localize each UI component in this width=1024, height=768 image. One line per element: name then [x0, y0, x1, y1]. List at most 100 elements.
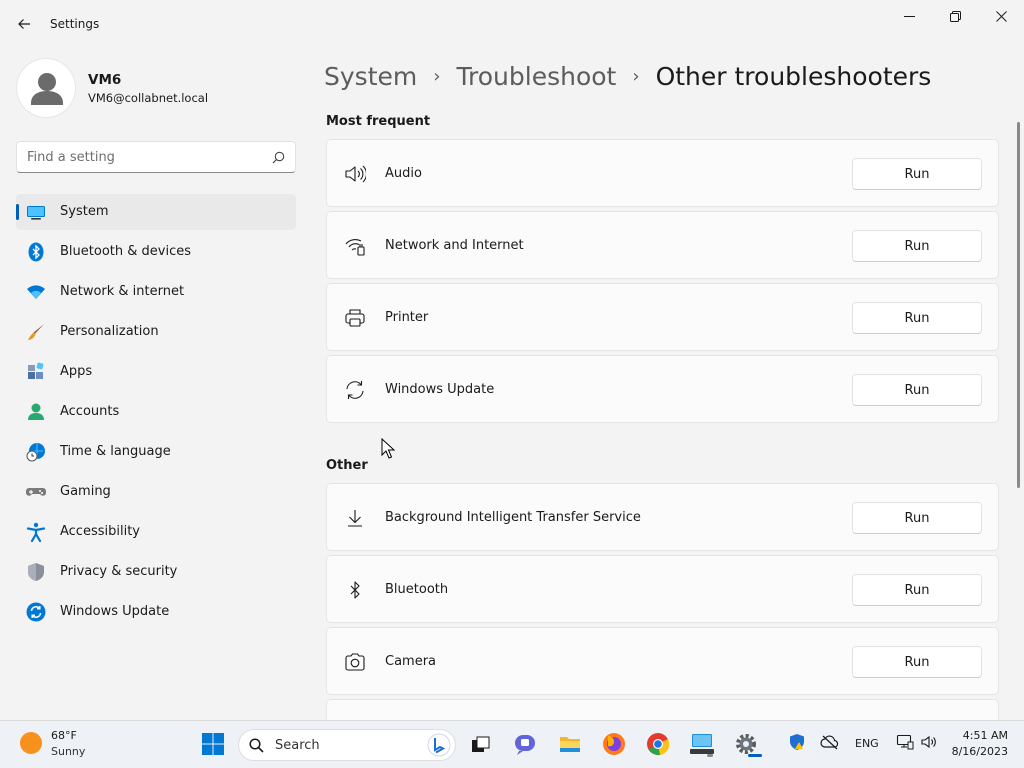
- troubleshooter-windows-update: Windows Update Run: [326, 355, 999, 423]
- taskbar-chrome[interactable]: [644, 730, 672, 758]
- run-button[interactable]: Run: [852, 574, 982, 606]
- ethernet-icon: [896, 734, 914, 750]
- tray-onedrive[interactable]: [820, 733, 840, 751]
- close-button[interactable]: [978, 0, 1024, 32]
- cloud-offline-icon: [820, 735, 839, 750]
- monitor-keyboard-icon: [690, 734, 714, 754]
- app-title: Settings: [50, 17, 100, 31]
- search-box[interactable]: [16, 141, 296, 173]
- folder-icon: [560, 737, 580, 752]
- sidebar-item-label: Network & internet: [60, 284, 185, 299]
- bluetooth-icon: [28, 242, 44, 262]
- troubleshooter-label: Network and Internet: [385, 238, 524, 253]
- search-icon: [249, 738, 264, 753]
- taskbar-settings[interactable]: [732, 730, 762, 758]
- section-title-most-frequent: Most frequent: [326, 114, 431, 129]
- taskbar-search-label: Search: [275, 738, 320, 753]
- windows-logo-icon: [202, 733, 224, 755]
- chat-icon: [515, 735, 535, 755]
- sun-icon: [20, 732, 42, 754]
- sidebar-item-label: Time & language: [60, 444, 171, 459]
- sidebar-item-label: Gaming: [60, 484, 111, 499]
- apps-icon: [28, 362, 44, 379]
- sidebar-item-label: Apps: [60, 364, 93, 379]
- search-icon[interactable]: [272, 151, 285, 164]
- accessibility-icon: [26, 522, 46, 542]
- sidebar-nav: System Bluetooth & devices Network & int…: [16, 194, 296, 634]
- download-icon: [348, 510, 362, 527]
- taskbar-remote-desktop[interactable]: [688, 730, 716, 758]
- back-button[interactable]: [10, 10, 38, 38]
- run-button[interactable]: Run: [852, 502, 982, 534]
- taskbar-task-view[interactable]: [466, 730, 494, 758]
- mouse-cursor-icon: [381, 438, 395, 459]
- breadcrumb-system[interactable]: System: [324, 62, 417, 91]
- breadcrumb: System › Troubleshoot › Other troublesho…: [324, 58, 931, 94]
- troubleshooter-label: Audio: [385, 166, 422, 181]
- active-indicator: [748, 754, 762, 757]
- taskbar-teams[interactable]: [511, 730, 539, 758]
- troubleshooter-audio: Audio Run: [326, 139, 999, 207]
- sidebar-item-personalization[interactable]: Personalization: [16, 314, 296, 350]
- volume-icon: [921, 735, 936, 749]
- sidebar-item-label: Bluetooth & devices: [60, 244, 191, 259]
- bluetooth-icon: [350, 581, 360, 599]
- language-indicator[interactable]: ENG: [855, 737, 879, 750]
- run-button[interactable]: Run: [852, 374, 982, 406]
- sidebar-item-system[interactable]: System: [16, 194, 296, 230]
- person-icon: [28, 403, 44, 420]
- minimize-button[interactable]: [886, 0, 932, 32]
- sidebar-item-network[interactable]: Network & internet: [16, 274, 296, 310]
- close-icon: [995, 10, 1007, 22]
- section-title-other: Other: [326, 458, 368, 473]
- back-arrow-icon: [18, 19, 30, 29]
- breadcrumb-troubleshoot[interactable]: Troubleshoot: [456, 62, 616, 91]
- troubleshooter-label: Printer: [385, 310, 429, 325]
- speaker-icon: [345, 165, 366, 183]
- shield-warning-icon: [790, 734, 804, 750]
- tray-security[interactable]: [788, 733, 806, 751]
- clock-time: 4:51 AM: [962, 729, 1008, 742]
- minimize-icon: [903, 15, 915, 17]
- sidebar-item-time-language[interactable]: Time & language: [16, 434, 296, 470]
- run-button[interactable]: Run: [852, 230, 982, 262]
- sidebar-item-accessibility[interactable]: Accessibility: [16, 514, 296, 550]
- sidebar-item-label: Privacy & security: [60, 564, 178, 579]
- sidebar-item-label: Accounts: [60, 404, 120, 419]
- run-button[interactable]: Run: [852, 646, 982, 678]
- run-button[interactable]: Run: [852, 158, 982, 190]
- person-avatar-icon: [31, 73, 63, 105]
- sidebar-item-apps[interactable]: Apps: [16, 354, 296, 390]
- sidebar-item-label: Personalization: [60, 324, 159, 339]
- start-button[interactable]: [199, 730, 227, 758]
- tray-volume[interactable]: [920, 733, 938, 751]
- troubleshooter-label: Background Intelligent Transfer Service: [385, 510, 641, 525]
- sidebar-item-bluetooth[interactable]: Bluetooth & devices: [16, 234, 296, 270]
- taskbar-file-explorer[interactable]: [556, 730, 584, 758]
- sidebar-item-privacy[interactable]: Privacy & security: [16, 554, 296, 590]
- search-input[interactable]: [17, 142, 265, 172]
- sidebar-item-windows-update[interactable]: Windows Update: [16, 594, 296, 630]
- tray-network[interactable]: [896, 733, 914, 751]
- troubleshooter-label: Camera: [385, 654, 437, 669]
- sidebar-item-gaming[interactable]: Gaming: [16, 474, 296, 510]
- shield-icon: [28, 563, 44, 581]
- camera-icon: [345, 653, 365, 671]
- system-icon: [27, 206, 45, 220]
- run-button[interactable]: Run: [852, 302, 982, 334]
- globe-clock-icon: [26, 443, 45, 462]
- sidebar-item-accounts[interactable]: Accounts: [16, 394, 296, 430]
- troubleshooter-camera: Camera Run: [326, 627, 999, 695]
- maximize-button[interactable]: [932, 0, 978, 32]
- taskbar-search[interactable]: Search: [238, 729, 456, 761]
- troubleshooter-label: Windows Update: [385, 382, 495, 397]
- printer-icon: [345, 309, 365, 327]
- breadcrumb-separator-icon: ›: [632, 65, 640, 87]
- gamepad-icon: [26, 488, 46, 496]
- taskbar-firefox[interactable]: [600, 730, 628, 758]
- update-icon: [26, 602, 46, 622]
- troubleshooter-network: Network and Internet Run: [326, 211, 999, 279]
- scrollbar[interactable]: [1017, 122, 1020, 488]
- user-profile[interactable]: VM6 VM6@collabnet.local: [16, 58, 296, 118]
- brush-icon: [28, 324, 44, 340]
